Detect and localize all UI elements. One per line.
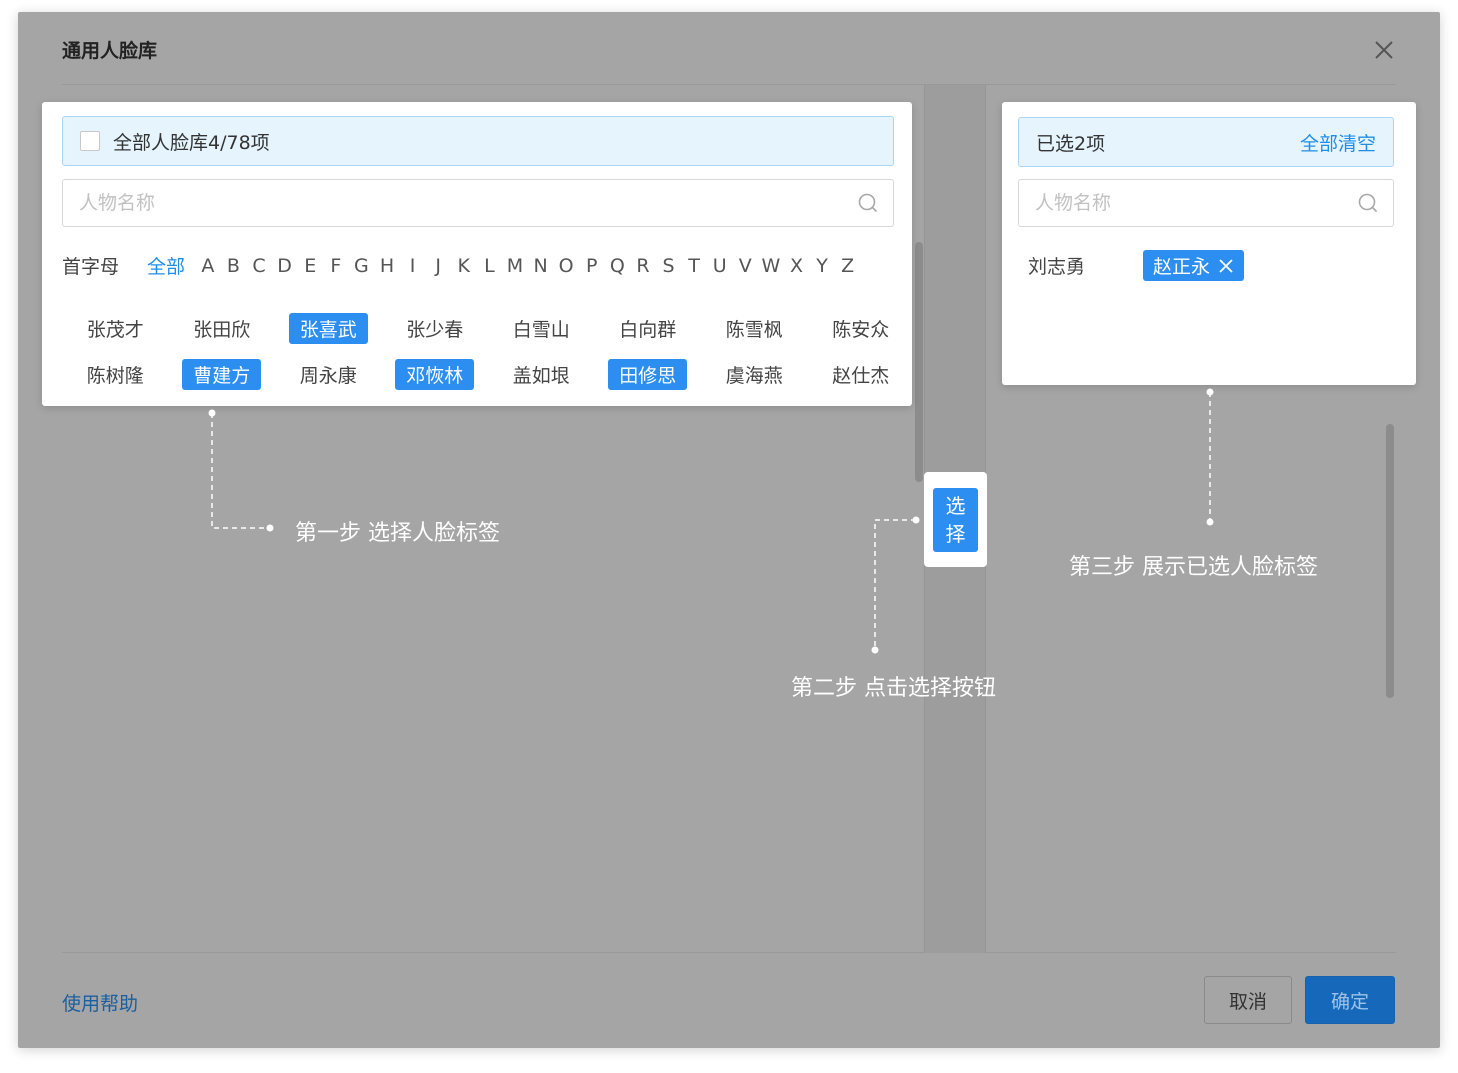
- letter-filter-b[interactable]: B: [221, 255, 247, 277]
- face-tag-cell: 张茂才: [62, 312, 169, 344]
- face-tag-selected[interactable]: 张喜武: [288, 312, 368, 344]
- face-tag[interactable]: 白向群: [608, 313, 687, 344]
- search-icon[interactable]: [857, 192, 879, 214]
- select-button-frame: 选 择: [924, 472, 987, 567]
- selected-faces-panel: 已选2项 全部清空 刘志勇 赵正永: [1002, 102, 1416, 385]
- step-two-annotation: 第二步 点击选择按钮: [791, 676, 996, 701]
- face-tag[interactable]: 盖如垠: [502, 359, 581, 390]
- letter-filter-d[interactable]: D: [272, 255, 298, 277]
- letter-filter-w[interactable]: W: [758, 255, 784, 277]
- letter-filter-x[interactable]: X: [784, 255, 810, 277]
- select-button-label-1: 选: [945, 494, 966, 518]
- letter-filter-e[interactable]: E: [297, 255, 323, 277]
- letter-filter-k[interactable]: K: [451, 255, 477, 277]
- selected-search-box: [1018, 179, 1394, 227]
- face-tag-cell: 赵仕杰: [808, 358, 915, 390]
- select-button[interactable]: 选 择: [933, 488, 978, 552]
- letter-filter-s[interactable]: S: [656, 255, 682, 277]
- face-library-dialog: 通用人脸库 全部人脸库4/78项 首字母 全部 ABCDEFGHIJKLMNOP…: [18, 12, 1440, 1048]
- face-tag[interactable]: 周永康: [289, 359, 368, 390]
- selected-count-bar: 已选2项 全部清空: [1018, 117, 1394, 167]
- face-tag-cell: 陈安众: [808, 312, 915, 344]
- close-icon[interactable]: [1372, 38, 1396, 62]
- letter-filter-t[interactable]: T: [681, 255, 707, 277]
- clear-all-link[interactable]: 全部清空: [1300, 129, 1376, 156]
- letter-filter-all[interactable]: 全部: [147, 252, 185, 279]
- letter-filter-q[interactable]: Q: [605, 255, 631, 277]
- face-tag-cell: 张田欣: [169, 312, 276, 344]
- face-tag[interactable]: 张茂才: [76, 313, 155, 344]
- letter-filter-v[interactable]: V: [733, 255, 759, 277]
- step-three-annotation: 第三步 展示已选人脸标签: [1069, 555, 1318, 580]
- confirm-button[interactable]: 确定: [1305, 976, 1395, 1024]
- face-tag[interactable]: 张少春: [395, 313, 474, 344]
- letter-filter-r[interactable]: R: [630, 255, 656, 277]
- letter-filter-i[interactable]: I: [400, 255, 426, 277]
- face-tag-cell: 张喜武: [275, 312, 382, 344]
- face-tag-cell: 虞海燕: [701, 358, 808, 390]
- library-count-label: 全部人脸库4/78项: [113, 131, 270, 154]
- letter-filter-n[interactable]: N: [528, 255, 554, 277]
- face-tag[interactable]: 张田欣: [182, 313, 261, 344]
- face-tag[interactable]: 虞海燕: [715, 359, 794, 390]
- face-tag-cell: 盖如垠: [488, 358, 595, 390]
- face-tag[interactable]: 陈树隆: [76, 359, 155, 390]
- face-tag-selected[interactable]: 曹建方: [182, 358, 262, 390]
- face-tag-cell: 陈雪枫: [701, 312, 808, 344]
- select-all-bar[interactable]: 全部人脸库4/78项: [62, 116, 894, 166]
- selected-count-label: 已选2项: [1036, 132, 1106, 155]
- letter-filter-j[interactable]: J: [425, 255, 451, 277]
- face-tag-cell: 陈树隆: [62, 358, 169, 390]
- letter-list: ABCDEFGHIJKLMNOPQRSTUVWXYZ: [195, 255, 860, 277]
- selected-search-input[interactable]: [1035, 192, 1357, 214]
- select-button-label-2: 择: [945, 522, 966, 546]
- face-tag[interactable]: 白雪山: [502, 313, 581, 344]
- face-tag[interactable]: 陈雪枫: [715, 313, 794, 344]
- face-tag-selected[interactable]: 邓恢林: [395, 358, 475, 390]
- face-tag[interactable]: 陈安众: [821, 313, 900, 344]
- letter-filter-y[interactable]: Y: [809, 255, 835, 277]
- cancel-button[interactable]: 取消: [1204, 976, 1292, 1024]
- face-tag-selected[interactable]: 田修思: [608, 358, 688, 390]
- letter-filter-g[interactable]: G: [349, 255, 375, 277]
- remove-tag-icon[interactable]: [1218, 258, 1234, 274]
- face-tag-cell: 白雪山: [488, 312, 595, 344]
- face-tag-cell: 周永康: [275, 358, 382, 390]
- face-tag-cell: 邓恢林: [382, 358, 489, 390]
- selected-tag-label: 赵正永: [1153, 256, 1211, 278]
- step-one-annotation: 第一步 选择人脸标签: [295, 521, 500, 546]
- dialog-title: 通用人脸库: [62, 40, 158, 62]
- face-library-panel: 全部人脸库4/78项 首字母 全部 ABCDEFGHIJKLMNOPQRSTUV…: [42, 102, 912, 406]
- letter-filter-o[interactable]: O: [553, 255, 579, 277]
- selected-tag: 赵正永: [1143, 250, 1245, 281]
- face-tag-cell: 张少春: [382, 312, 489, 344]
- header-divider: [62, 84, 1396, 85]
- select-all-checkbox[interactable]: [80, 131, 100, 151]
- letter-filter-a[interactable]: A: [195, 255, 221, 277]
- selected-list: 刘志勇 赵正永: [1028, 250, 1245, 281]
- name-search-input[interactable]: [79, 192, 857, 214]
- face-tag-cell: 白向群: [595, 312, 702, 344]
- letter-filter-u[interactable]: U: [707, 255, 733, 277]
- search-icon[interactable]: [1357, 192, 1379, 214]
- letter-filter-m[interactable]: M: [502, 255, 528, 277]
- letter-filter-c[interactable]: C: [246, 255, 272, 277]
- selected-item: 刘志勇: [1028, 256, 1086, 278]
- letter-filter-z[interactable]: Z: [835, 255, 861, 277]
- face-tag-cell: 曹建方: [169, 358, 276, 390]
- name-search-box: [62, 179, 894, 227]
- help-link[interactable]: 使用帮助: [62, 989, 138, 1016]
- letter-filter-f[interactable]: F: [323, 255, 349, 277]
- face-tag[interactable]: 赵仕杰: [821, 359, 900, 390]
- face-name-grid: 张茂才 张田欣 张喜武 张少春 白雪山 白向群 陈雪枫 陈安众陈树隆 曹建方 周永康 邓恢林 盖如垠田…: [62, 312, 922, 390]
- letter-filter-h[interactable]: H: [374, 255, 400, 277]
- right-scrollbar[interactable]: [1386, 424, 1394, 698]
- initial-letter-filter: 首字母 全部 ABCDEFGHIJKLMNOPQRSTUVWXYZ: [62, 252, 902, 279]
- letter-filter-p[interactable]: P: [579, 255, 605, 277]
- letter-filter-l[interactable]: L: [477, 255, 503, 277]
- initial-letter-label: 首字母: [62, 256, 120, 278]
- footer-divider: [62, 952, 1396, 953]
- face-tag-cell: 田修思: [595, 358, 702, 390]
